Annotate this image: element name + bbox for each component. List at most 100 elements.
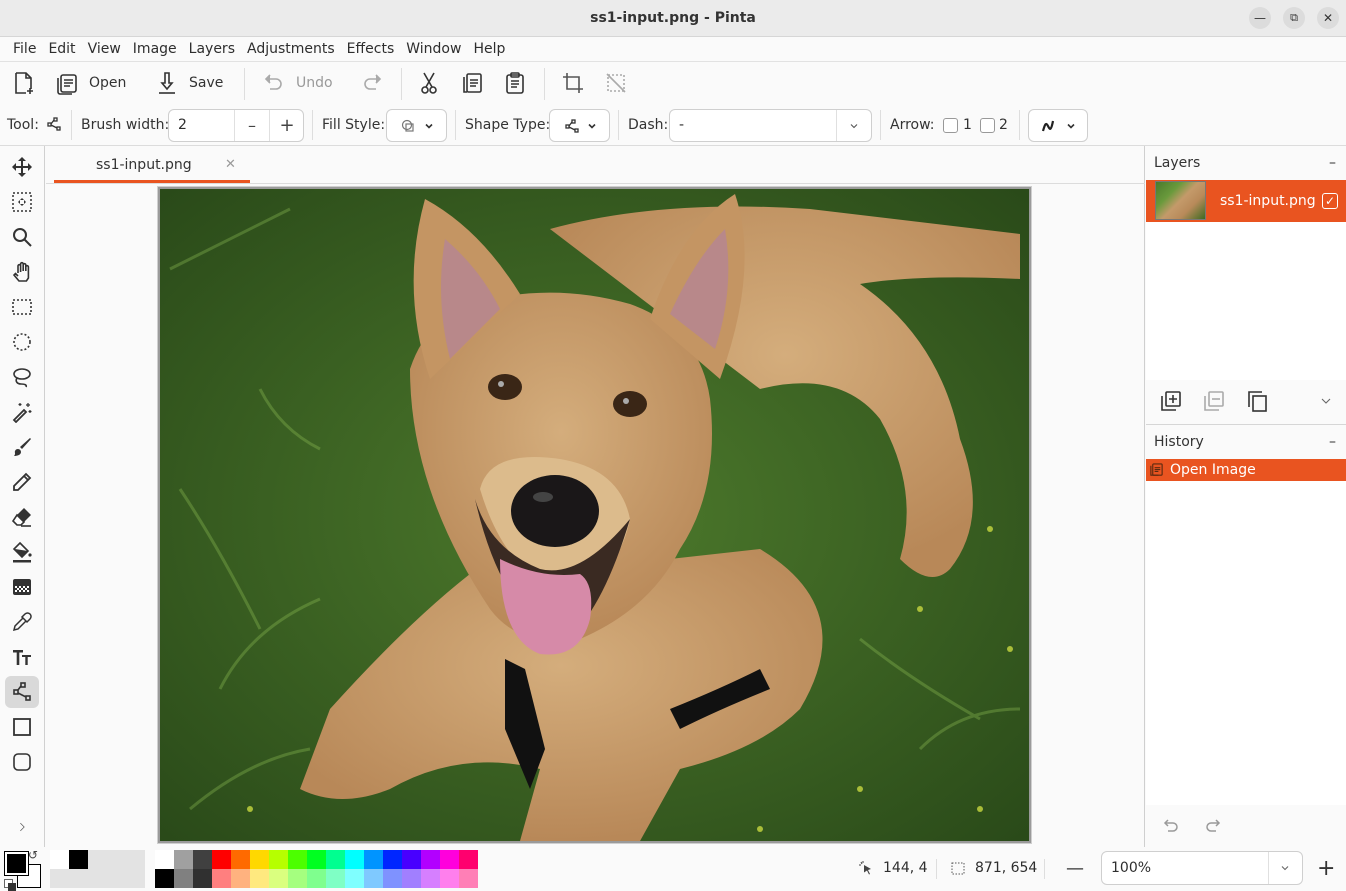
palette-swatch[interactable]: [364, 850, 383, 869]
menu-effects[interactable]: Effects: [341, 37, 401, 61]
tool-paintbrush[interactable]: [5, 431, 39, 463]
palette-swatch[interactable]: [250, 869, 269, 888]
tool-rectangle[interactable]: [5, 711, 39, 743]
deselect-all-button[interactable]: [604, 62, 628, 104]
palette-swatch[interactable]: [402, 869, 421, 888]
paste-button[interactable]: [503, 62, 527, 104]
palette-swatch[interactable]: [212, 869, 231, 888]
palette-swatch[interactable]: [307, 850, 326, 869]
add-layer-icon[interactable]: [1160, 390, 1182, 412]
tool-gradient[interactable]: [5, 571, 39, 603]
layer-row[interactable]: ss1-input.png ✓: [1146, 180, 1346, 222]
close-tab-icon[interactable]: ✕: [225, 148, 236, 182]
palette-swatch[interactable]: [174, 869, 193, 888]
arrow-1-checkbox[interactable]: [943, 118, 958, 133]
chevron-down-icon[interactable]: [1280, 863, 1290, 873]
chevron-down-icon[interactable]: [849, 121, 859, 131]
palette-swatch[interactable]: [231, 869, 250, 888]
palette-swatch[interactable]: [383, 869, 402, 888]
image-canvas[interactable]: [158, 187, 1031, 843]
palette-swatch[interactable]: [402, 850, 421, 869]
tool-rectangle-select[interactable]: [5, 291, 39, 323]
palette-swatch[interactable]: [326, 850, 345, 869]
layer-visibility-checkbox[interactable]: ✓: [1322, 193, 1338, 209]
palette-swatch[interactable]: [155, 869, 174, 888]
recent-color-swatch[interactable]: [50, 850, 69, 869]
palette-swatch[interactable]: [440, 850, 459, 869]
palette-swatch[interactable]: [421, 869, 440, 888]
palette-swatch[interactable]: [288, 869, 307, 888]
recent-color-swatch[interactable]: [69, 850, 88, 869]
tool-magic-wand[interactable]: [5, 396, 39, 428]
tool-move-selection[interactable]: [5, 186, 39, 218]
menu-file[interactable]: File: [7, 37, 42, 61]
swap-colors-icon[interactable]: ↺: [28, 848, 38, 862]
menu-edit[interactable]: Edit: [42, 37, 81, 61]
collapse-layers-icon[interactable]: –: [1329, 146, 1336, 180]
palette-swatch[interactable]: [307, 869, 326, 888]
dash-input[interactable]: -: [679, 110, 684, 141]
dash-combobox[interactable]: -: [669, 109, 872, 142]
copy-button[interactable]: [461, 62, 485, 104]
tool-pan[interactable]: [5, 256, 39, 288]
cut-button[interactable]: [417, 62, 441, 104]
new-button[interactable]: [12, 62, 36, 104]
brush-width-increase-button[interactable]: +: [270, 110, 304, 141]
undo-button[interactable]: Undo: [262, 62, 333, 104]
palette-swatch[interactable]: [440, 869, 459, 888]
minimize-button[interactable]: —: [1249, 7, 1271, 29]
palette-swatch[interactable]: [250, 850, 269, 869]
palette-swatch[interactable]: [345, 869, 364, 888]
close-button[interactable]: ✕: [1317, 7, 1339, 29]
palette-swatch[interactable]: [193, 869, 212, 888]
save-button[interactable]: Save: [155, 62, 223, 104]
shape-type-dropdown[interactable]: [549, 109, 610, 142]
tool-zoom[interactable]: [5, 221, 39, 253]
tool-line-curve[interactable]: [5, 676, 39, 708]
palette-swatch[interactable]: [269, 869, 288, 888]
maximize-button[interactable]: ⧉: [1283, 7, 1305, 29]
palette-swatch[interactable]: [288, 850, 307, 869]
arrow-2-checkbox[interactable]: [980, 118, 995, 133]
zoom-input[interactable]: 100%: [1111, 852, 1151, 884]
open-button[interactable]: Open: [55, 62, 126, 104]
menu-window[interactable]: Window: [400, 37, 467, 61]
layers-menu-chevron-icon[interactable]: [1320, 395, 1332, 407]
expand-toolbox-button[interactable]: [5, 811, 39, 843]
tool-eraser[interactable]: [5, 501, 39, 533]
antialiasing-dropdown[interactable]: [1028, 109, 1088, 142]
duplicate-layer-icon[interactable]: [1246, 390, 1268, 412]
palette-swatch[interactable]: [212, 850, 231, 869]
tool-paint-bucket[interactable]: [5, 536, 39, 568]
history-redo-icon[interactable]: [1204, 817, 1222, 835]
fill-style-dropdown[interactable]: [386, 109, 447, 142]
redo-button[interactable]: [360, 62, 384, 104]
palette-swatch[interactable]: [193, 850, 212, 869]
palette-swatch[interactable]: [383, 850, 402, 869]
menu-help[interactable]: Help: [467, 37, 511, 61]
zoom-in-button[interactable]: +: [1317, 847, 1335, 890]
palette-swatch[interactable]: [155, 850, 174, 869]
tool-move-selected[interactable]: [5, 151, 39, 183]
palette-swatch[interactable]: [364, 869, 383, 888]
document-tab[interactable]: ss1-input.png ✕: [54, 148, 250, 182]
zoom-out-button[interactable]: —: [1066, 847, 1084, 890]
brush-width-decrease-button[interactable]: –: [235, 110, 269, 141]
palette-swatch[interactable]: [174, 850, 193, 869]
delete-layer-icon[interactable]: [1203, 390, 1225, 412]
menu-view[interactable]: View: [82, 37, 127, 61]
collapse-history-icon[interactable]: –: [1329, 425, 1336, 459]
tool-lasso-select[interactable]: [5, 361, 39, 393]
palette-swatch[interactable]: [421, 850, 440, 869]
menu-image[interactable]: Image: [127, 37, 183, 61]
crop-to-selection-button[interactable]: [561, 62, 585, 104]
tool-pencil[interactable]: [5, 466, 39, 498]
history-item[interactable]: Open Image: [1146, 459, 1346, 481]
brush-width-input[interactable]: 2: [178, 110, 187, 141]
palette-swatch[interactable]: [269, 850, 288, 869]
reset-colors-icon[interactable]: [4, 879, 16, 891]
palette-swatch[interactable]: [345, 850, 364, 869]
tool-ellipse-select[interactable]: [5, 326, 39, 358]
palette-swatch[interactable]: [459, 850, 478, 869]
palette-swatch[interactable]: [459, 869, 478, 888]
